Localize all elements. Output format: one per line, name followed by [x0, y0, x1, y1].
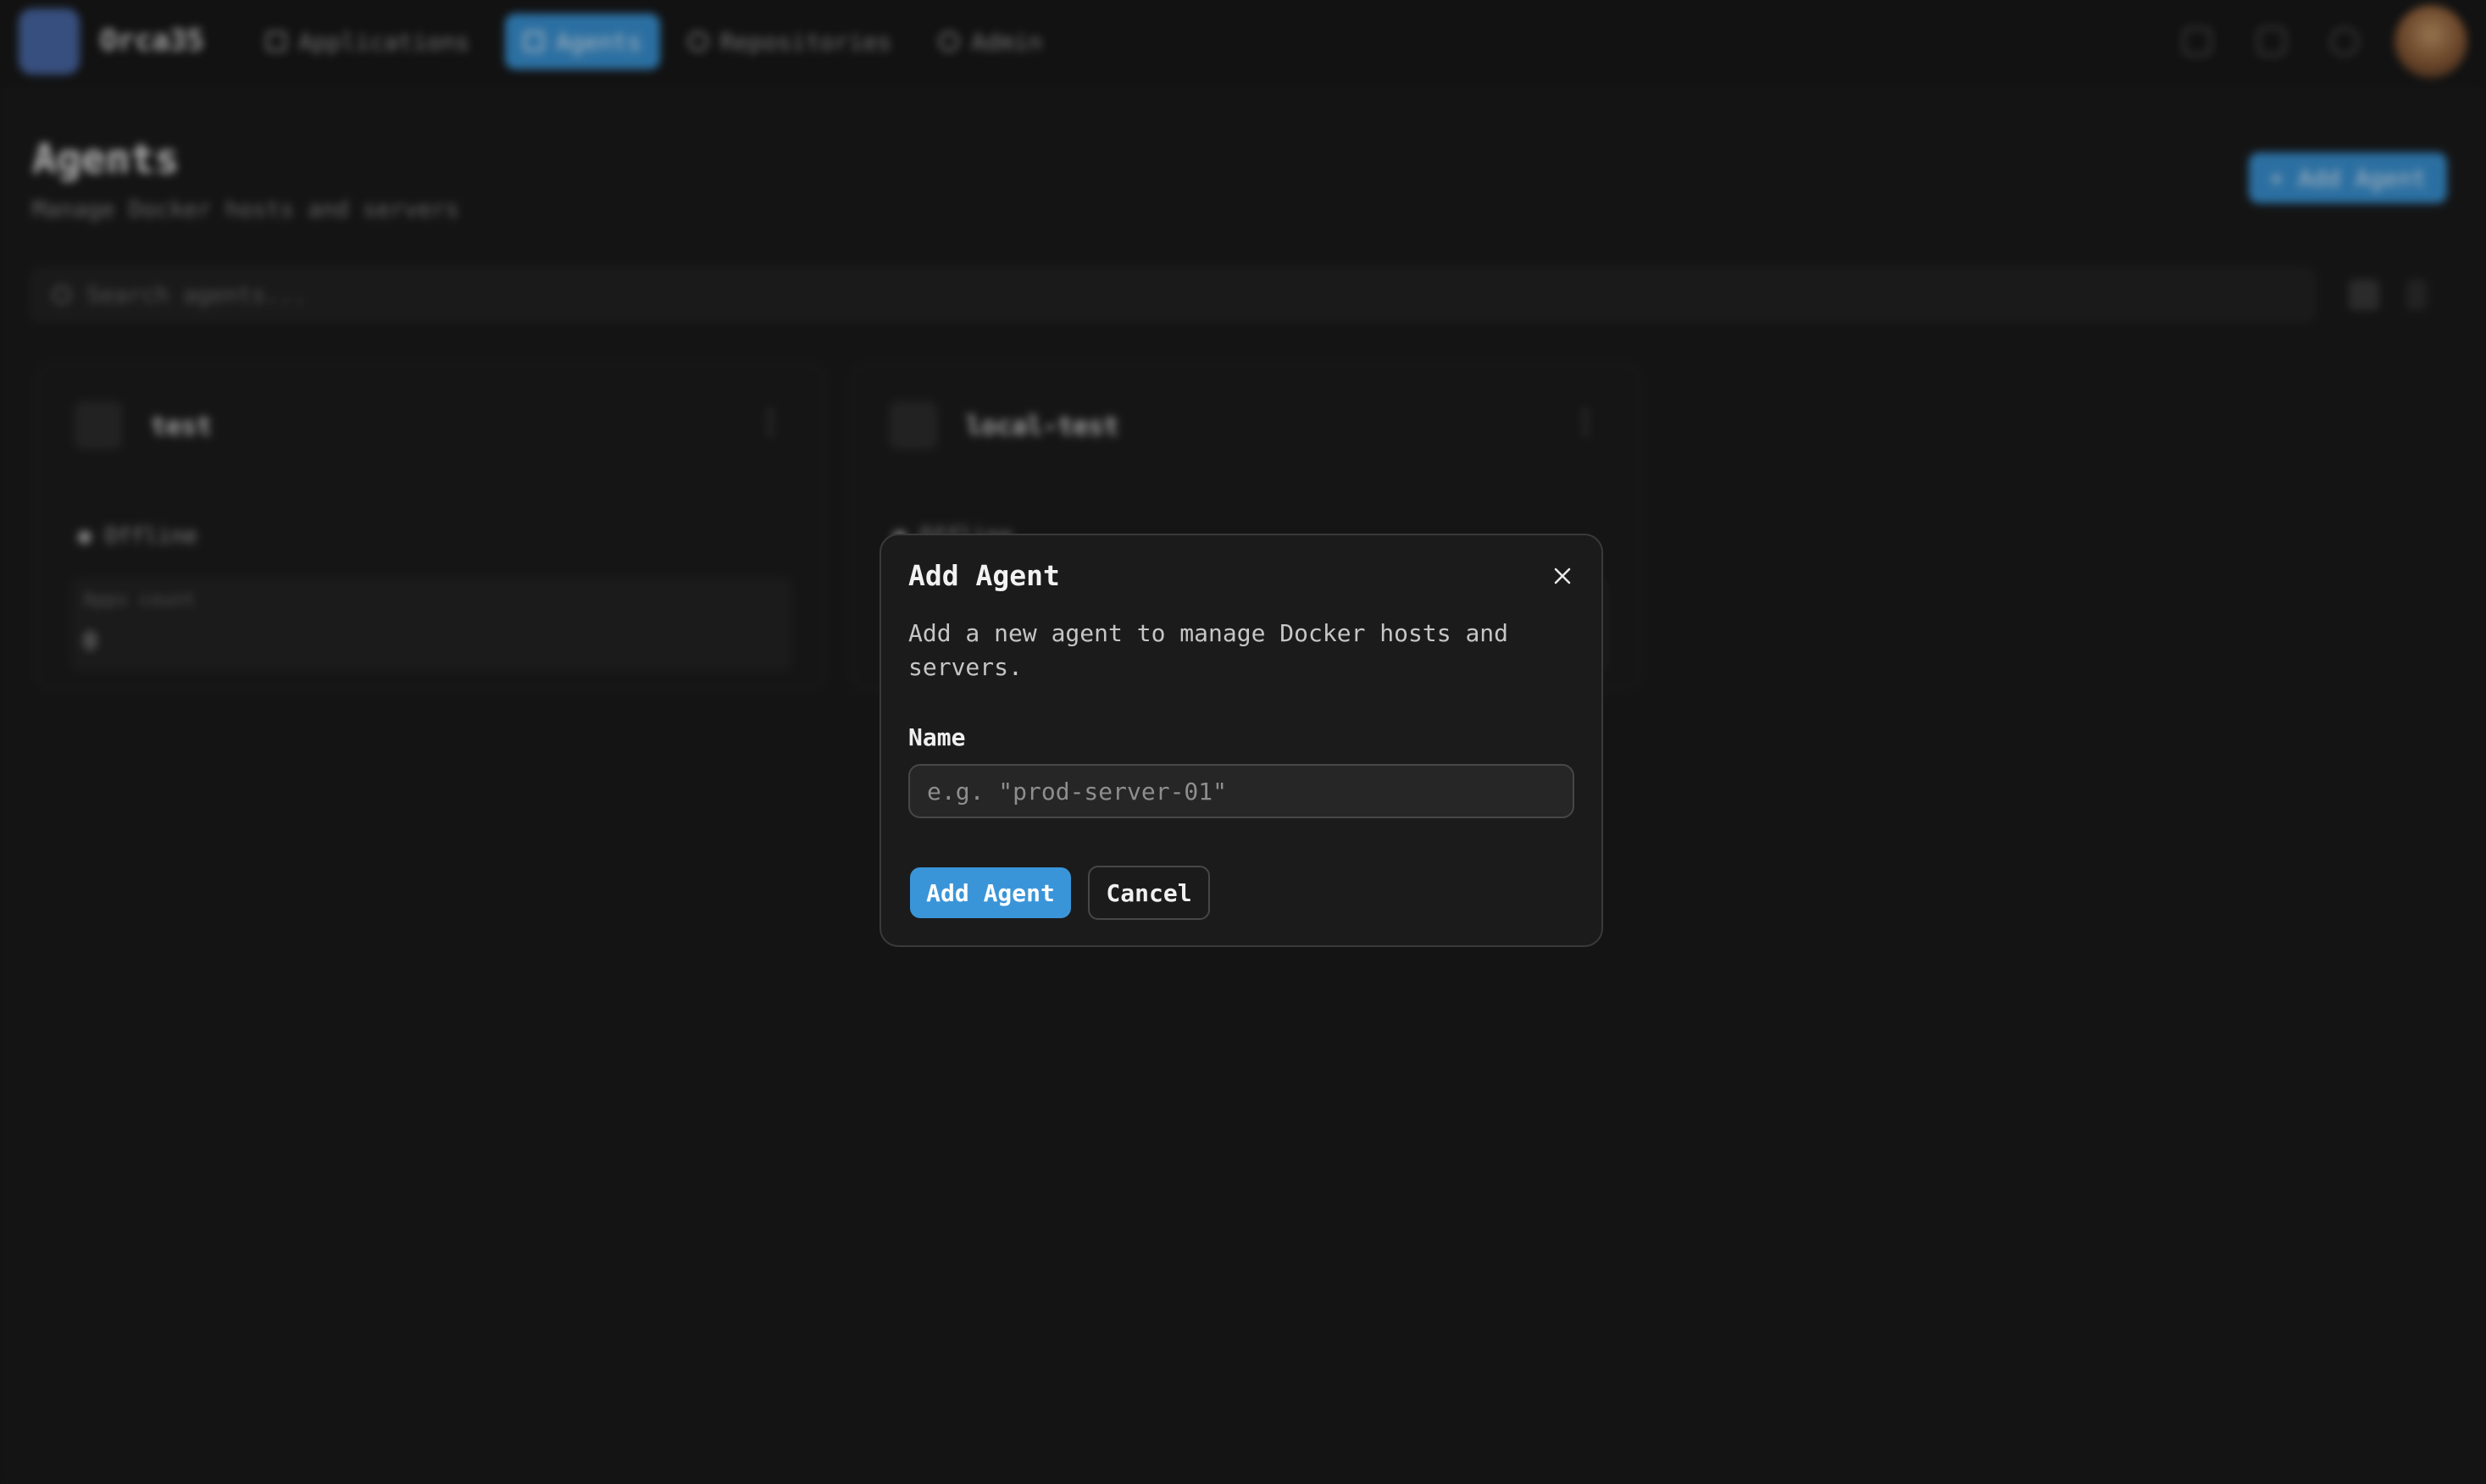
dialog-description: Add a new agent to manage Docker hosts a… [908, 619, 1509, 681]
cancel-button[interactable]: Cancel [1088, 866, 1210, 920]
add-agent-button[interactable]: Add Agent [910, 867, 1071, 918]
agent-name-input[interactable] [908, 764, 1574, 818]
name-field-label: Name [908, 723, 966, 751]
close-icon[interactable] [1545, 559, 1579, 593]
close-icon-svg [1554, 568, 1571, 584]
add-agent-dialog: Add Agent Add a new agent to manage Dock… [880, 534, 1603, 947]
dialog-title: Add Agent [908, 559, 1060, 592]
